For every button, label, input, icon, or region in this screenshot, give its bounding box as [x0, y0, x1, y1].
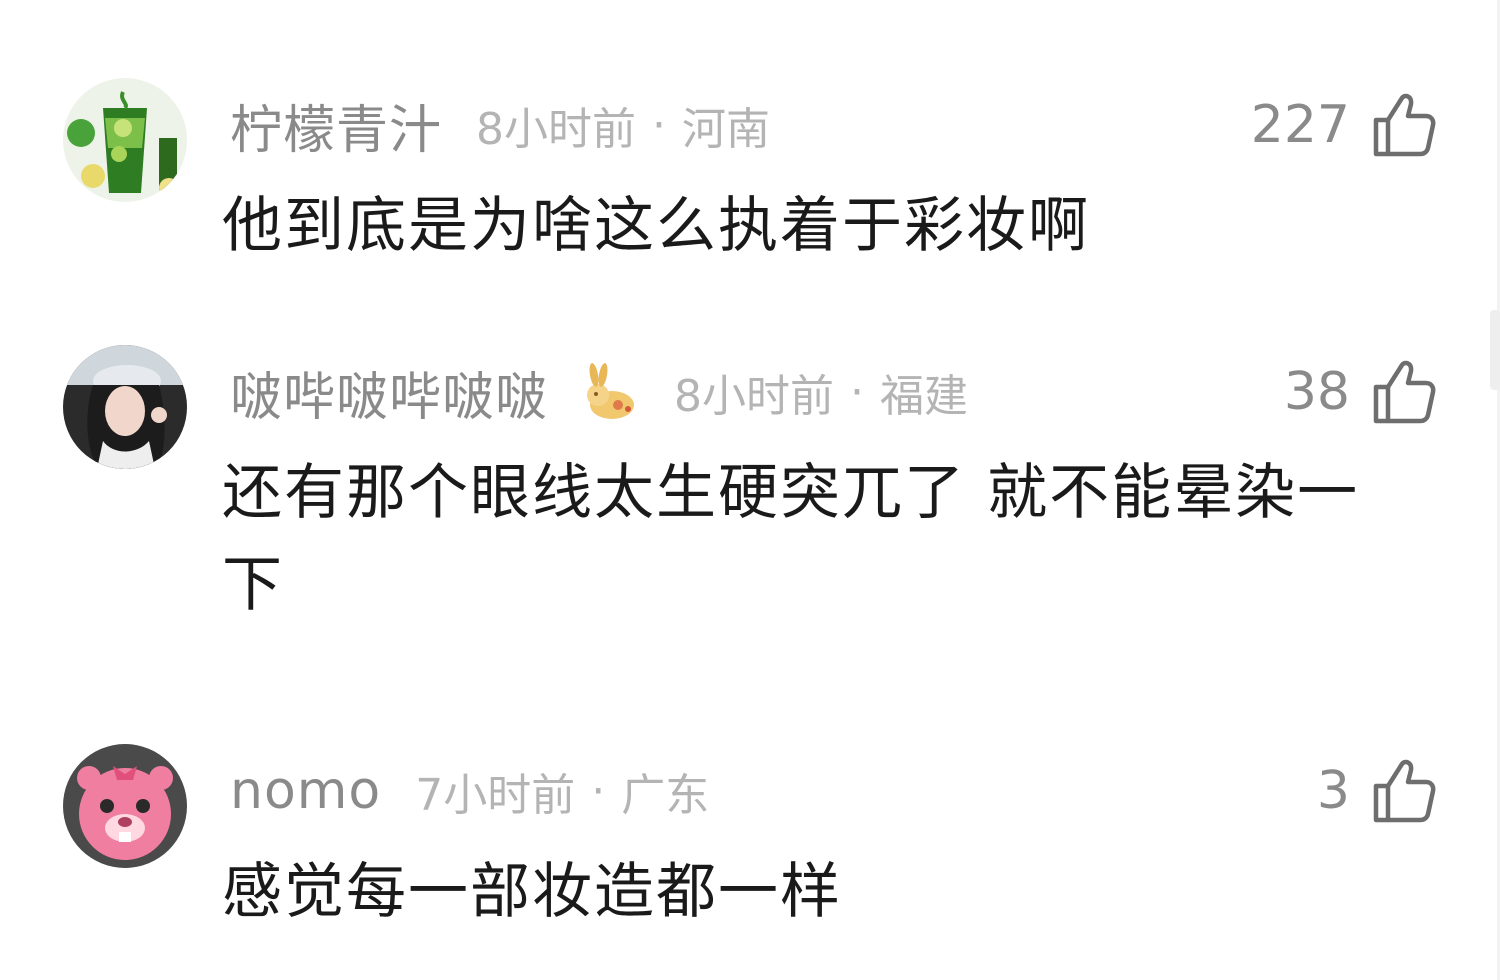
username[interactable]: nomo [230, 761, 381, 821]
girl-photo-avatar[interactable] [63, 345, 187, 469]
like-count: 38 [1283, 362, 1350, 422]
like-button[interactable]: 3 [1317, 756, 1436, 826]
like-count: 3 [1316, 761, 1350, 821]
comment-meta: 柠檬青汁 8小时前 · 河南 [230, 88, 771, 163]
like-count: 227 [1250, 95, 1350, 155]
comment-meta: 啵哔啵哔啵啵 8小时前 · 福建 [230, 355, 969, 430]
comment-text[interactable]: 还有那个眼线太生硬突兀了 就不能晕染一下 [222, 447, 1392, 631]
comment-region: 河南 [682, 104, 771, 155]
thumbs-up-icon[interactable] [1372, 359, 1436, 425]
comment-text[interactable]: 他到底是为啥这么执着于彩妆啊 [222, 180, 1402, 272]
username[interactable]: 柠檬青汁 [230, 88, 442, 163]
comment-time: 8小时前 [674, 371, 835, 422]
comment-text[interactable]: 感觉每一部妆造都一样 [222, 846, 1402, 938]
username[interactable]: 啵哔啵哔啵啵 [230, 355, 548, 430]
comment-meta: nomo 7小时前 · 广东 [230, 756, 709, 826]
pink-beaver-avatar[interactable] [63, 744, 187, 868]
comment-time: 7小时前 [415, 770, 576, 821]
comment-region: 福建 [880, 371, 969, 422]
meta-separator: · [652, 99, 667, 151]
scrollbar-thumb[interactable] [1490, 310, 1500, 390]
like-button[interactable]: 38 [1284, 357, 1436, 427]
thumbs-up-icon[interactable] [1372, 92, 1436, 158]
meta-separator: · [850, 366, 865, 418]
like-button[interactable]: 227 [1251, 90, 1436, 160]
green-juice-avatar[interactable] [63, 78, 187, 202]
thumbs-up-icon[interactable] [1372, 758, 1436, 824]
comment-region: 广东 [621, 770, 710, 821]
comment-time: 8小时前 [476, 104, 637, 155]
golden-rabbit-badge [587, 363, 635, 419]
meta-separator: · [591, 765, 606, 817]
